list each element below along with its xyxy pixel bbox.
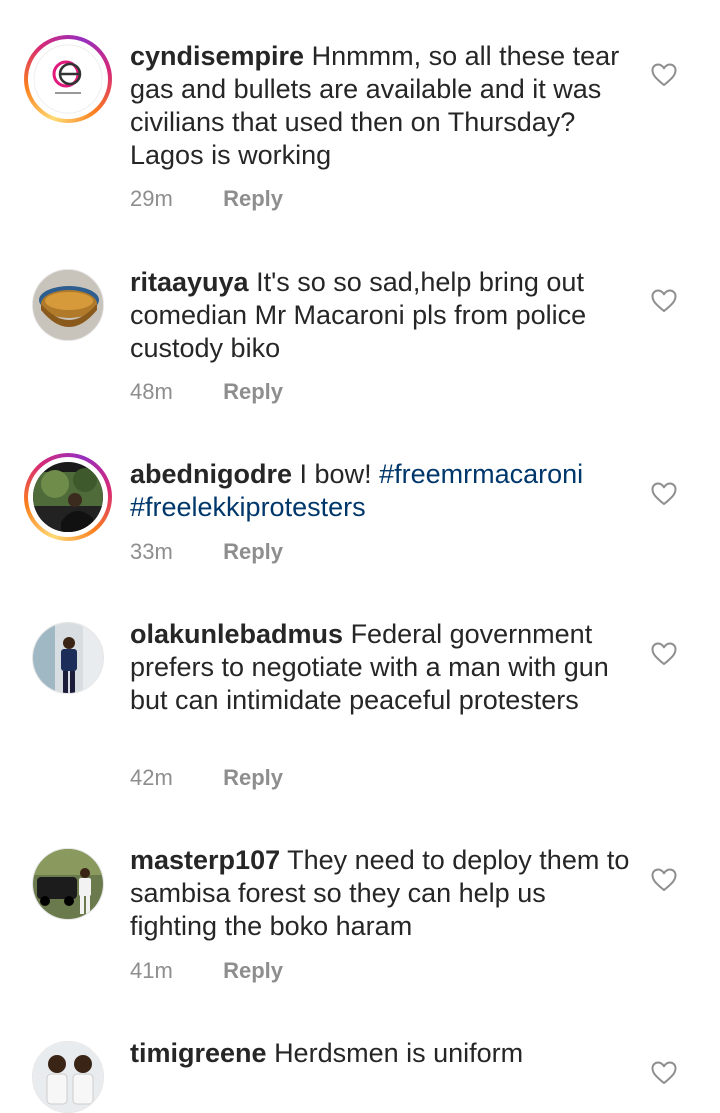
heart-outline-icon[interactable] [651,289,677,313]
avatar[interactable] [24,453,112,541]
heart-outline-icon[interactable] [651,642,677,666]
heart-outline-icon[interactable] [651,63,677,87]
heart-outline-icon[interactable] [651,868,677,892]
person-outdoor-avatar [33,462,103,532]
comment-username[interactable]: timigreene [130,1038,267,1068]
comment-meta: 48m Reply [130,379,283,405]
standing-photo [33,623,103,693]
avatar-ring-gap [28,457,108,537]
comment-text: olakunlebadmus Federal government prefer… [130,618,630,717]
comment-text: abednigodre I bow! #freemrmacaroni #free… [130,458,630,524]
reply-button[interactable]: Reply [223,186,283,211]
comment-username[interactable]: abednigodre [130,459,292,489]
comment-username[interactable]: masterp107 [130,845,280,875]
comment-text: masterp107 They need to deploy them to s… [130,844,630,943]
comment-meta: 42m Reply [130,765,283,791]
comment-time: 33m [130,539,173,564]
two-people-avatar[interactable] [32,1041,104,1113]
outdoor-photo [33,462,103,532]
avatar-ring-gap [28,39,108,119]
e-logo-icon [33,44,103,114]
comment-time: 41m [130,958,173,983]
heart-outline-icon[interactable] [651,482,677,506]
reply-button[interactable]: Reply [223,539,283,564]
comment-body: Herdsmen is uniform [274,1038,524,1068]
two-people-photo [33,1042,103,1112]
comment-meta: 33m Reply [130,539,283,565]
reply-button[interactable]: Reply [223,765,283,790]
comment-time: 48m [130,379,173,404]
car-photo [33,849,103,919]
heart-outline-icon[interactable] [651,1061,677,1085]
comment-meta: 29m Reply [130,186,283,212]
reply-button[interactable]: Reply [223,958,283,983]
comment-text: cyndisempire Hnmmm, so all these tear ga… [130,40,630,172]
comment-body: I bow! [299,459,372,489]
comment-username[interactable]: olakunlebadmus [130,619,343,649]
comment-time: 29m [130,186,173,211]
comment-text: ritaayuya It's so so sad,help bring out … [130,266,630,365]
e-logo-avatar [33,44,103,114]
hashtag-link[interactable]: #freemrmacaroni [379,459,583,489]
avatar[interactable] [24,35,112,123]
bowl-image [33,270,103,340]
person-standing-avatar[interactable] [32,622,104,694]
bowl-photo-avatar[interactable] [32,269,104,341]
comment-meta: 41m Reply [130,958,283,984]
comment-time: 42m [130,765,173,790]
hashtag-link[interactable]: #freelekkiprotesters [130,492,366,522]
comment-username[interactable]: ritaayuya [130,267,249,297]
reply-button[interactable]: Reply [223,379,283,404]
comment-text: timigreene Herdsmen is uniform [130,1037,630,1070]
comment-username[interactable]: cyndisempire [130,41,304,71]
person-car-avatar[interactable] [32,848,104,920]
